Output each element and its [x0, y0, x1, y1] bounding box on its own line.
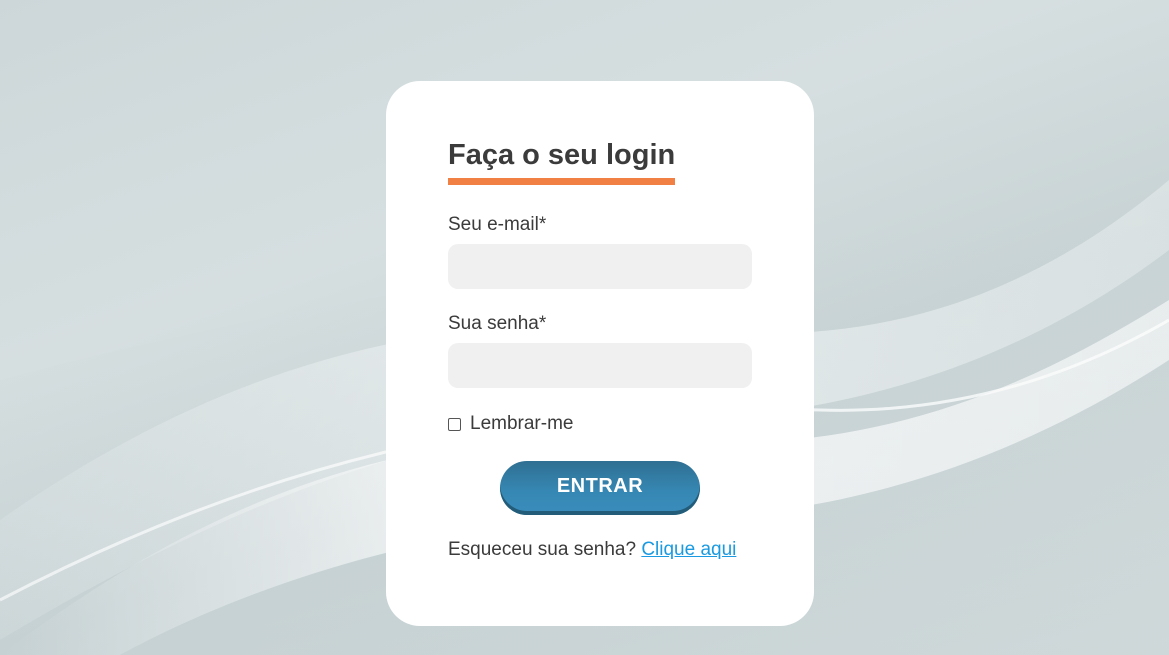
forgot-password-text: Esqueceu sua senha? — [448, 539, 637, 560]
page-title: Faça o seu login — [448, 139, 676, 186]
login-button[interactable]: ENTRAR — [500, 461, 700, 515]
email-label: Seu e-mail* — [448, 214, 547, 235]
password-field[interactable] — [448, 343, 752, 388]
remember-me[interactable]: Lembrar-me — [448, 413, 573, 435]
login-card: Faça o seu login Seu e-mail* Sua senha* … — [386, 81, 814, 626]
remember-checkbox[interactable] — [448, 417, 461, 431]
login-title-wrap: Faça o seu login — [448, 139, 676, 186]
forgot-password-link[interactable]: Clique aqui — [641, 539, 736, 560]
email-field[interactable] — [448, 244, 752, 289]
password-label: Sua senha* — [448, 313, 547, 334]
forgot-password: Esqueceu sua senha? Clique aqui — [448, 539, 736, 561]
remember-label: Lembrar-me — [470, 413, 574, 434]
